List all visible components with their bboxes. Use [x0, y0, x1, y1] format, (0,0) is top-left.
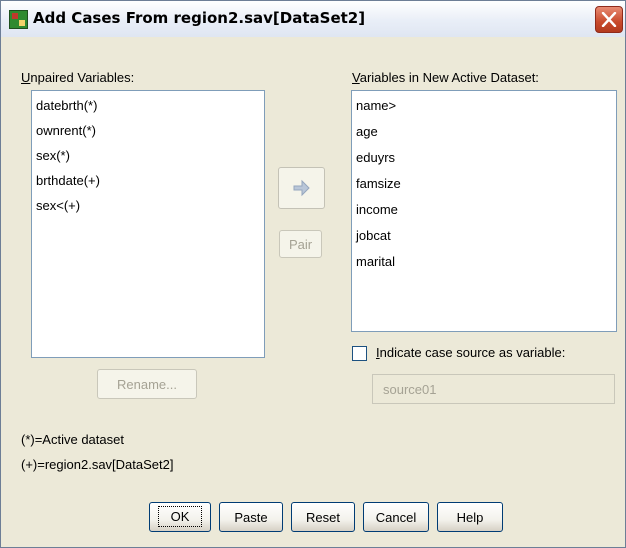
- new-dataset-variables-label: Variables in New Active Dataset:: [352, 70, 539, 85]
- list-item[interactable]: income: [356, 202, 398, 217]
- help-button-label: Help: [456, 510, 484, 525]
- unpaired-variables-list[interactable]: datebrth(*) ownrent(*) sex(*) brthdate(+…: [31, 90, 265, 358]
- case-source-variable-value: source01: [383, 382, 437, 397]
- legend-other-dataset: (+)=region2.sav[DataSet2]: [21, 457, 174, 472]
- new-dataset-variables-list[interactable]: name> age eduyrs famsize income jobcat m…: [351, 90, 617, 332]
- list-item[interactable]: datebrth(*): [36, 98, 97, 113]
- right-arrow-icon: [293, 179, 310, 197]
- rename-button-label: Rename...: [117, 377, 177, 392]
- dialog-title: Add Cases From region2.sav[DataSet2]: [33, 9, 366, 27]
- list-item[interactable]: ownrent(*): [36, 123, 96, 138]
- list-item[interactable]: jobcat: [356, 228, 391, 243]
- ok-button-label: OK: [157, 506, 203, 527]
- list-item[interactable]: marital: [356, 254, 395, 269]
- reset-button-label: Reset: [306, 510, 340, 525]
- list-item[interactable]: eduyrs: [356, 150, 395, 165]
- case-source-variable-input[interactable]: source01: [372, 374, 615, 404]
- close-button[interactable]: [595, 6, 623, 33]
- list-item[interactable]: famsize: [356, 176, 401, 191]
- legend-active-dataset: (*)=Active dataset: [21, 432, 124, 447]
- pair-button[interactable]: Pair: [279, 230, 322, 258]
- paste-button-label: Paste: [234, 510, 268, 525]
- close-icon: [601, 12, 617, 27]
- pair-button-label: Pair: [288, 237, 313, 252]
- reset-button[interactable]: Reset: [291, 502, 355, 532]
- list-item[interactable]: age: [356, 124, 378, 139]
- ok-button[interactable]: OK: [149, 502, 211, 532]
- rename-button[interactable]: Rename...: [97, 369, 197, 399]
- unpaired-variables-label-text: npaired Variables:: [30, 70, 135, 85]
- help-button[interactable]: Help: [437, 502, 503, 532]
- case-source-checkbox[interactable]: [352, 346, 367, 361]
- dialog-body: Unpaired Variables: datebrth(*) ownrent(…: [1, 37, 625, 547]
- list-item[interactable]: sex<(+): [36, 198, 80, 213]
- cancel-button-label: Cancel: [375, 510, 417, 525]
- cancel-button[interactable]: Cancel: [363, 502, 429, 532]
- list-item[interactable]: brthdate(+): [36, 173, 100, 188]
- add-cases-dialog: Add Cases From region2.sav[DataSet2] Unp…: [0, 0, 626, 548]
- case-source-label-text: ndicate case source as variable:: [379, 345, 566, 360]
- new-dataset-variables-label-text: ariables in New Active Dataset:: [359, 70, 539, 85]
- move-variable-button[interactable]: [278, 167, 325, 209]
- paste-button[interactable]: Paste: [219, 502, 283, 532]
- list-item[interactable]: name>: [356, 98, 396, 113]
- list-item[interactable]: sex(*): [36, 148, 70, 163]
- title-bar[interactable]: Add Cases From region2.sav[DataSet2]: [1, 1, 625, 37]
- unpaired-variables-label: Unpaired Variables:: [21, 70, 135, 85]
- spss-add-cases-icon: [9, 10, 28, 29]
- case-source-label[interactable]: Indicate case source as variable:: [376, 345, 565, 360]
